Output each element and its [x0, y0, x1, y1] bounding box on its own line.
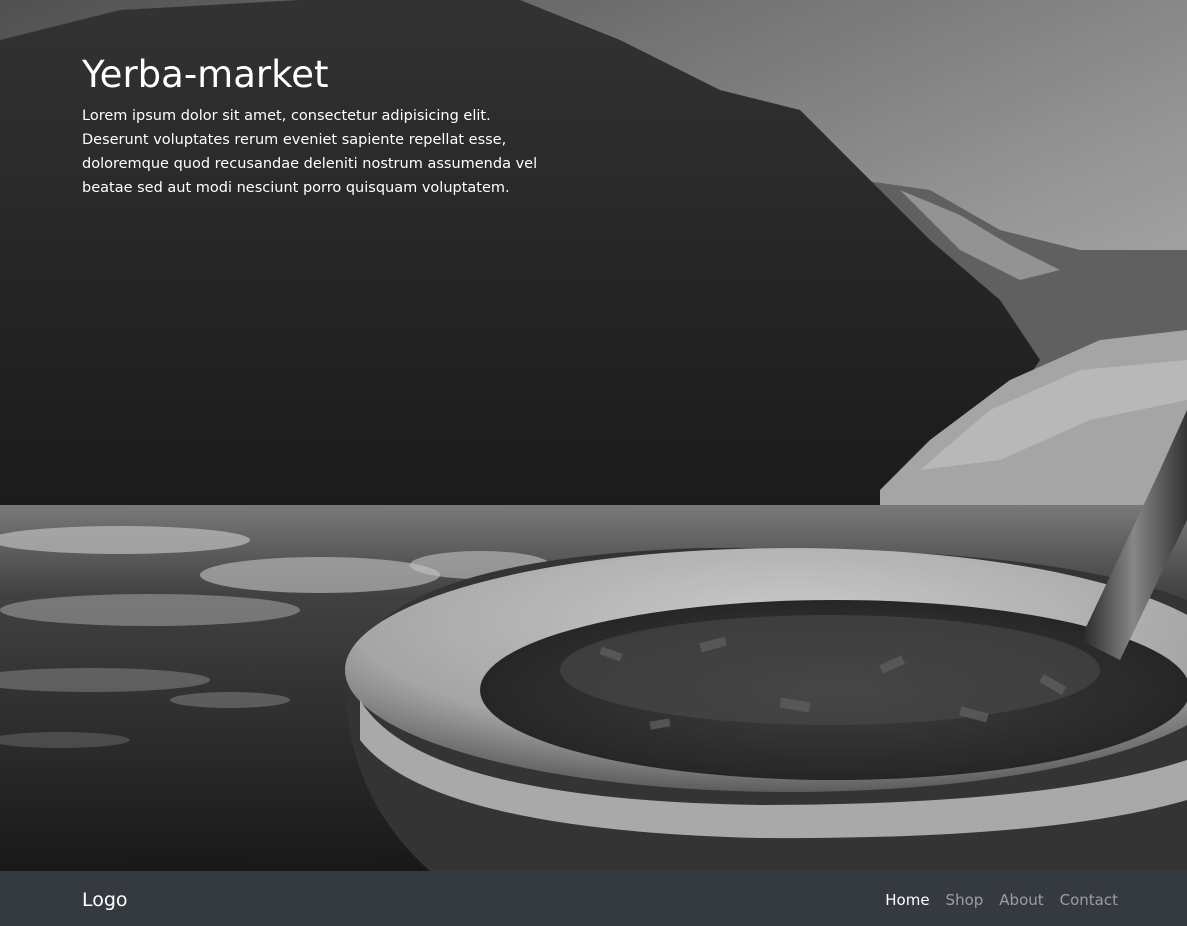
nav-link-shop[interactable]: Shop: [946, 889, 984, 911]
bottom-navbar: Logo Home Shop About Contact: [0, 871, 1187, 926]
hero-text-block: Yerba-market Lorem ipsum dolor sit amet,…: [82, 52, 562, 200]
brand-logo-link[interactable]: Logo: [82, 887, 128, 913]
hero-description: Lorem ipsum dolor sit amet, consectetur …: [82, 108, 538, 196]
hero-title: Yerba-market: [82, 53, 329, 96]
nav-links: Home Shop About Contact: [885, 889, 1118, 911]
nav-link-about[interactable]: About: [999, 889, 1043, 911]
nav-link-contact[interactable]: Contact: [1060, 889, 1118, 911]
nav-link-home[interactable]: Home: [885, 889, 929, 911]
hero-section: Yerba-market Lorem ipsum dolor sit amet,…: [0, 0, 1187, 871]
